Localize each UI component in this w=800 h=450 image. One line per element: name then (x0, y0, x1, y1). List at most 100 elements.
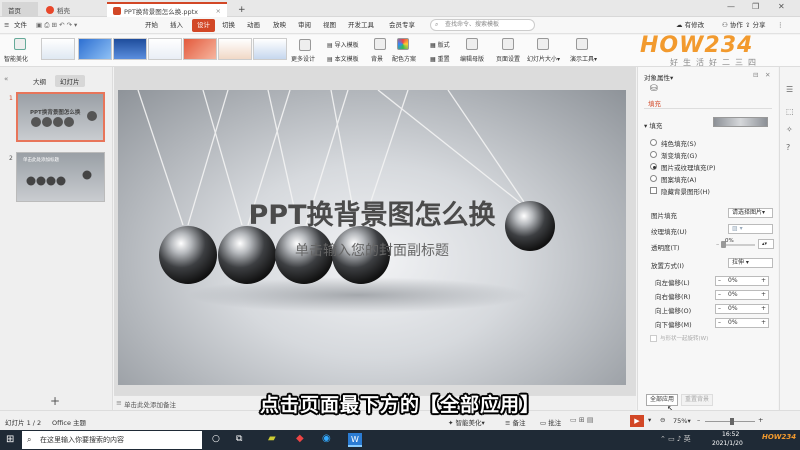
system-tray-icons[interactable]: ⌃ ▭ ♪ 英 (660, 434, 691, 444)
comment-toggle-button[interactable]: ▭ 批注 (540, 417, 561, 427)
windows-start-icon[interactable]: ⊞ (6, 434, 14, 445)
more-design-button[interactable]: 更多设计 (291, 54, 315, 63)
animation-icon[interactable]: ✧ (786, 125, 793, 134)
design-template-6[interactable] (218, 38, 252, 60)
menu-start[interactable]: 开始 (145, 19, 158, 32)
select-icon[interactable]: ⬚ (786, 107, 794, 116)
maximize-icon[interactable]: ❐ (752, 2, 759, 11)
collapse-panel-icon[interactable]: « (4, 75, 8, 83)
properties-icon[interactable]: ☰ (786, 85, 793, 94)
offset-bottom-stepper[interactable]: –0% + (715, 318, 769, 328)
import-template-button[interactable]: ▤ 导入模板 (327, 40, 359, 49)
slideshow-dropdown-icon[interactable]: ▾ (648, 416, 651, 424)
close-tab-icon[interactable]: × (216, 7, 221, 15)
add-slide-button[interactable]: + (50, 394, 60, 408)
current-slide[interactable]: PPT换背景图怎么换 单击输入您的封面副标题 (118, 90, 626, 385)
menu-insert[interactable]: 插入 (170, 19, 183, 32)
zoom-level[interactable]: 75%▾ (673, 417, 691, 425)
transparency-minus[interactable]: – (716, 240, 719, 248)
zoom-slider-handle[interactable] (730, 418, 734, 425)
radio-gradient-fill[interactable] (650, 151, 657, 158)
new-tab-button[interactable]: + (232, 2, 252, 17)
cortana-icon[interactable]: ○ (212, 434, 220, 444)
design-template-2[interactable] (78, 38, 112, 60)
menu-review[interactable]: 审阅 (298, 19, 311, 32)
tab-outline[interactable]: 大纲 (28, 75, 51, 87)
background-button[interactable]: 背景 (371, 54, 383, 63)
menu-animation[interactable]: 动画 (247, 19, 260, 32)
radio-picture-fill[interactable] (650, 163, 657, 170)
notes-toggle-button[interactable]: ≡ 备注 (505, 417, 526, 427)
fill-bucket-icon[interactable]: ⛁ (650, 84, 658, 94)
minus-icon[interactable]: – (718, 305, 721, 313)
rotate-with-shape-checkbox[interactable] (650, 335, 657, 342)
wps-icon[interactable]: ◆ (296, 433, 304, 444)
tab-home[interactable]: 首页 (2, 2, 38, 17)
menu-member[interactable]: 会员专享 (389, 19, 415, 32)
hide-bg-checkbox[interactable] (650, 187, 657, 194)
plus-icon[interactable]: + (761, 291, 766, 299)
smart-beautify-status-button[interactable]: ✦ 智能美化▾ (448, 417, 485, 427)
zoom-plus-icon[interactable]: + (758, 416, 763, 424)
menu-view[interactable]: 视图 (323, 19, 336, 32)
close-window-icon[interactable]: ✕ (778, 2, 785, 11)
fill-collapse[interactable]: ▾ 填充 (644, 120, 662, 130)
design-template-3[interactable] (113, 38, 147, 60)
smart-beautify-button[interactable]: 智能美化 (4, 54, 28, 63)
tab-document[interactable]: PPT换背景图怎么换.pptx × (107, 2, 227, 17)
view-mode-icons[interactable]: ▭ ⊞ ▤ (570, 416, 594, 424)
plus-icon[interactable]: + (761, 277, 766, 285)
zoom-out-icon[interactable]: ⊖ (660, 416, 665, 424)
play-slideshow-button[interactable]: ▶ (630, 415, 644, 427)
menu-developer[interactable]: 开发工具 (348, 19, 374, 32)
placement-select[interactable]: 拉伸 ▾ (728, 258, 773, 268)
minus-icon[interactable]: – (718, 291, 721, 299)
texture-fill-select[interactable]: ▨ ▾ (728, 224, 773, 234)
quick-access-icons[interactable]: ▣ ⎙ ⊞ ↶ ↷ ▾ (36, 19, 77, 32)
taskbar-search-input[interactable]: ⌕ 在这里输入你要搜索的内容 (22, 431, 202, 449)
panel-close-icon[interactable]: ✕ (765, 71, 770, 79)
minus-icon[interactable]: – (718, 277, 721, 285)
hamburger-icon[interactable]: ≡ (4, 19, 9, 32)
panel-pin-icon[interactable]: ⊟ (753, 71, 758, 79)
reset-background-button[interactable]: 重置背景 (681, 394, 713, 406)
color-scheme-button[interactable]: 配色方案 (392, 54, 416, 63)
help-icon[interactable]: ? (786, 143, 790, 152)
share-button[interactable]: ⇪ 分享 (745, 19, 766, 32)
radio-solid-fill[interactable] (650, 139, 657, 146)
design-template-1[interactable] (41, 38, 75, 60)
zoom-minus-icon[interactable]: – (697, 416, 700, 424)
explorer-icon[interactable]: ▰ (268, 433, 276, 444)
edit-master-button[interactable]: 编辑母版 (460, 54, 484, 63)
command-search-input[interactable]: ⌕ 查找命令、搜索模板 (430, 19, 535, 31)
menu-transitions[interactable]: 切换 (222, 19, 235, 32)
transparency-stepper[interactable]: ▴▾ (758, 239, 774, 249)
this-doc-template-button[interactable]: ▤ 本文模板 (327, 54, 359, 63)
slide-subtitle[interactable]: 单击输入您的封面副标题 (118, 240, 626, 260)
radio-pattern-fill[interactable] (650, 175, 657, 182)
plus-icon[interactable]: + (761, 319, 766, 327)
menu-file[interactable]: 文件 (14, 19, 27, 32)
wps-writer-icon[interactable]: W (348, 433, 362, 447)
clock-date[interactable]: 2021/1/20 (712, 440, 743, 447)
slide-thumbnail-2[interactable]: 单击此处添加标题 (16, 152, 105, 202)
menu-slideshow[interactable]: 放映 (273, 19, 286, 32)
design-template-7[interactable] (253, 38, 287, 60)
presenter-tools-button[interactable]: 演示工具▾ (570, 54, 597, 63)
collaborate-button[interactable]: ⚇ 协作 (722, 19, 743, 32)
page-setup-button[interactable]: 页面设置 (496, 54, 520, 63)
offset-left-stepper[interactable]: –0% + (715, 276, 769, 286)
more-icon[interactable]: ⋮ (777, 19, 784, 32)
edge-icon[interactable]: ◉ (322, 433, 331, 444)
slide-thumbnail-1[interactable]: PPT换背景图怎么换 (16, 92, 105, 142)
offset-top-stepper[interactable]: –0% + (715, 304, 769, 314)
menu-design[interactable]: 设计 (192, 19, 215, 32)
reset-button[interactable]: ▦ 重置 (430, 54, 450, 63)
slide-title[interactable]: PPT换背景图怎么换 (118, 193, 626, 232)
minimize-icon[interactable]: — (727, 2, 735, 11)
design-template-5[interactable] (183, 38, 217, 60)
clock-time[interactable]: 16:52 (722, 431, 739, 438)
fill-preview-dropdown[interactable] (713, 117, 768, 127)
picture-fill-select[interactable]: 请选择图片▾ (728, 208, 773, 218)
task-view-icon[interactable]: ⧉ (236, 434, 242, 444)
